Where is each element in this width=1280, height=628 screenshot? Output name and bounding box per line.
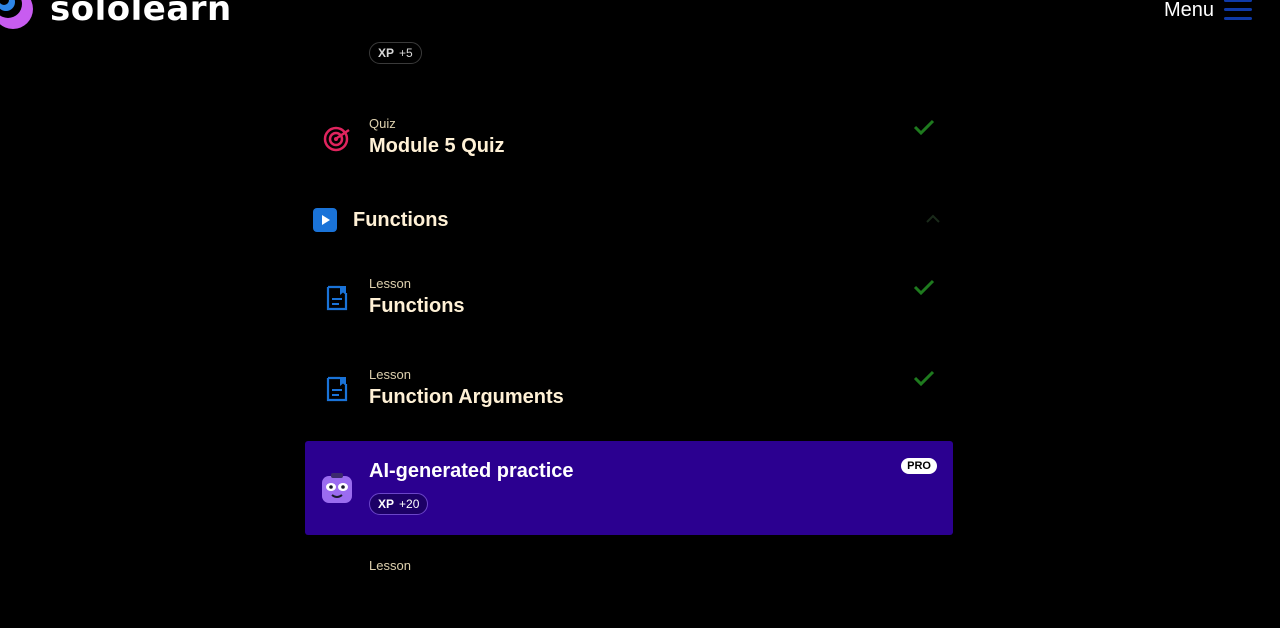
pro-badge: PRO bbox=[901, 458, 937, 474]
xp-value: +20 bbox=[399, 497, 420, 511]
chevron-up-icon bbox=[926, 214, 940, 223]
list-item-lesson[interactable]: Lesson bbox=[305, 548, 953, 628]
checkmark-icon bbox=[913, 370, 935, 387]
xp-label: XP bbox=[378, 497, 395, 511]
checkmark-icon bbox=[913, 119, 935, 136]
section-header-functions[interactable]: Functions bbox=[305, 200, 953, 242]
checkmark-icon bbox=[913, 279, 935, 296]
practice-title: AI-generated practice bbox=[369, 460, 574, 482]
item-title: Functions bbox=[369, 295, 465, 317]
item-type-label: Lesson bbox=[369, 276, 411, 291]
menu-label: Menu bbox=[1163, 0, 1214, 21]
section-title: Functions bbox=[353, 209, 449, 231]
list-item-quiz[interactable]: Quiz Module 5 Quiz bbox=[305, 102, 953, 182]
item-title: Function Arguments bbox=[369, 386, 564, 408]
lesson-doc-icon bbox=[326, 376, 348, 402]
sololearn-logo-icon bbox=[0, 0, 33, 29]
xp-value: +5 bbox=[399, 46, 413, 60]
item-type-label: Lesson bbox=[369, 367, 411, 382]
xp-label: XP bbox=[378, 46, 395, 60]
xp-badge: XP +20 bbox=[369, 493, 429, 515]
brand-name: sololearn bbox=[50, 0, 232, 29]
item-type-label: Quiz bbox=[369, 116, 396, 131]
course-module-list: XP +5 Quiz Module 5 Quiz Functions Lesso… bbox=[305, 0, 953, 588]
hamburger-icon bbox=[1224, 0, 1252, 22]
lesson-doc-icon bbox=[326, 285, 348, 311]
sololearn-logo[interactable]: sololearn bbox=[0, 0, 232, 32]
item-title: Module 5 Quiz bbox=[369, 135, 505, 157]
target-icon bbox=[323, 126, 350, 152]
xp-badge: XP +5 bbox=[369, 42, 422, 64]
ai-practice-card[interactable]: AI-generated practice XP +20 PRO bbox=[305, 441, 953, 535]
list-item-lesson-function-arguments[interactable]: Lesson Function Arguments bbox=[305, 353, 953, 433]
menu-button[interactable]: Menu bbox=[1164, 0, 1252, 22]
play-icon bbox=[313, 208, 337, 232]
robot-mascot-icon bbox=[322, 473, 352, 503]
list-item-lesson-functions[interactable]: Lesson Functions bbox=[305, 262, 953, 342]
item-type-label: Lesson bbox=[369, 558, 411, 573]
